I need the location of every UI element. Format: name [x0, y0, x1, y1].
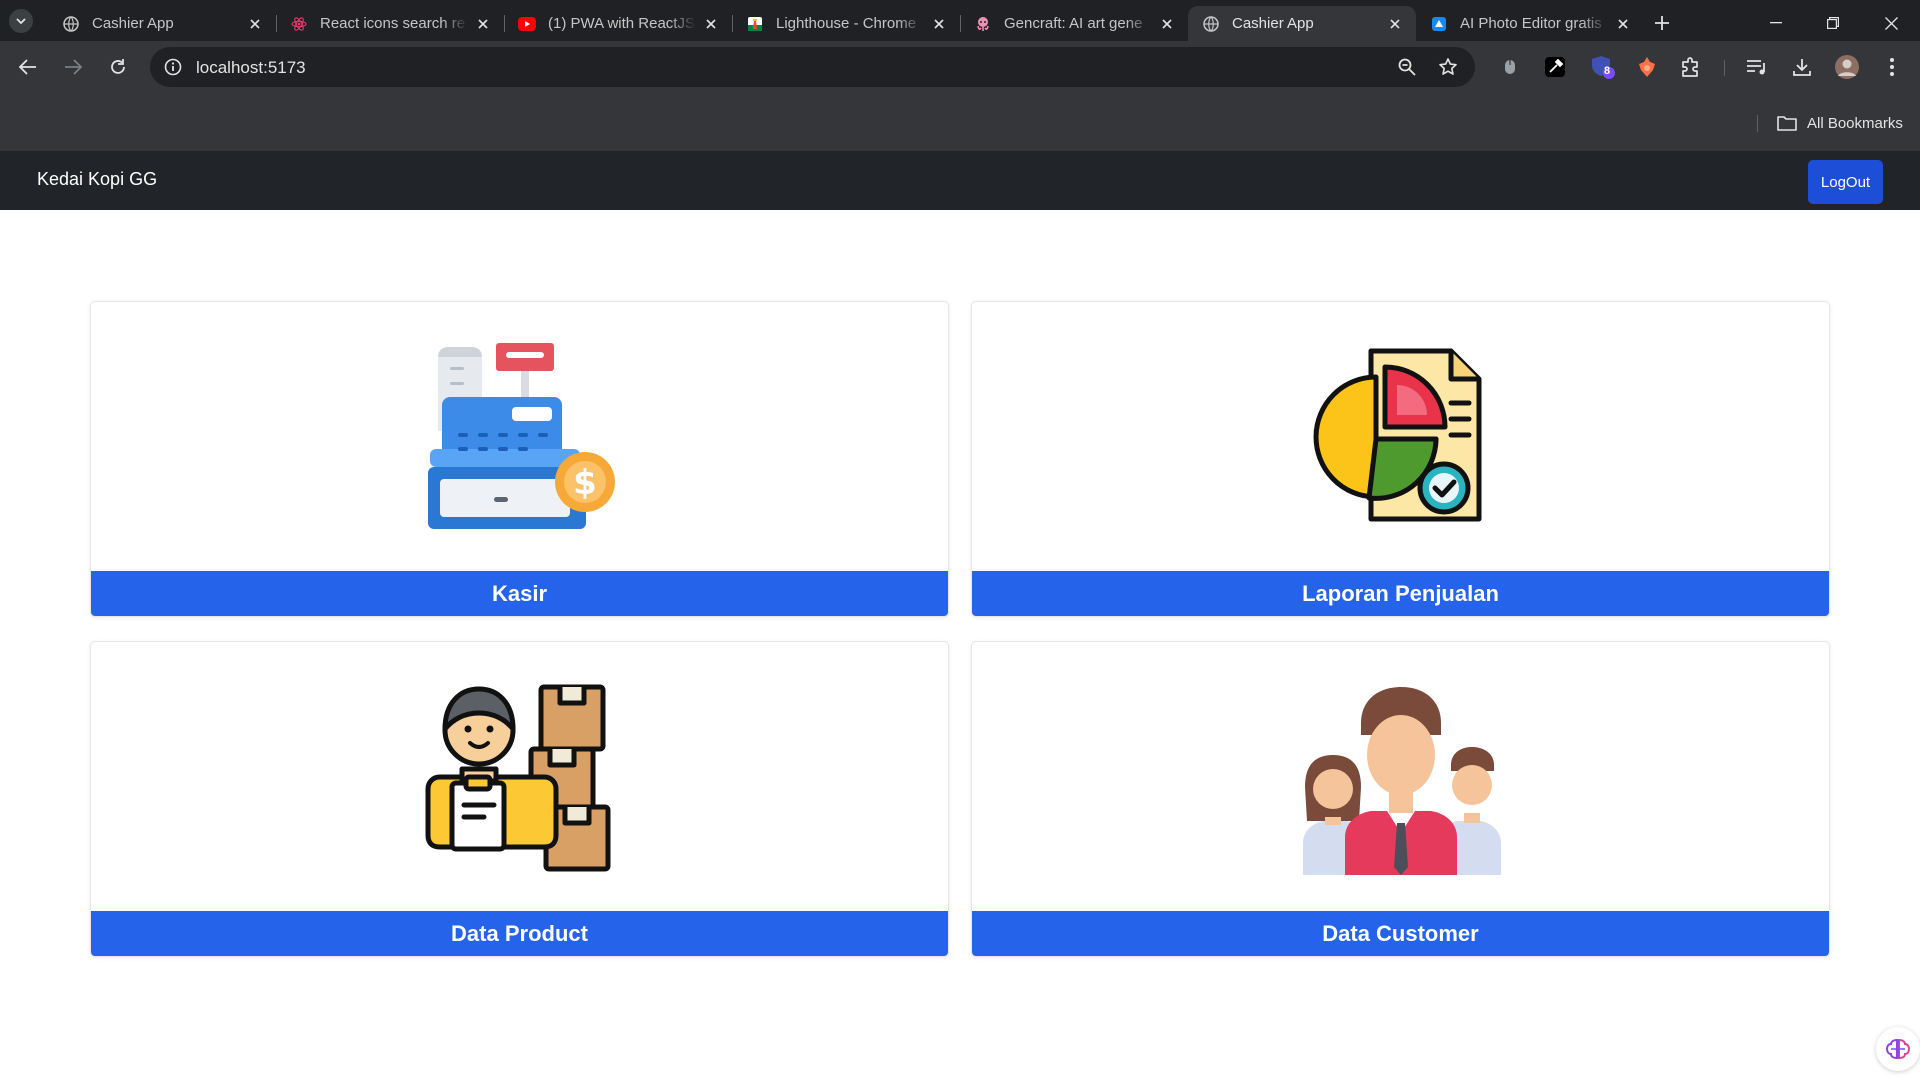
tab-title: React icons search re [320, 15, 466, 32]
reload-button[interactable] [104, 53, 132, 81]
tab-title: AI Photo Editor gratis [1460, 15, 1602, 32]
close-tab-icon[interactable] [930, 15, 948, 33]
extension-badge: 8 [1604, 65, 1611, 77]
cash-register-icon: $ [427, 343, 615, 529]
browser-toolbar: localhost:5173 8 All Bookmarks [0, 41, 1920, 158]
logout-button[interactable]: LogOut [1808, 160, 1883, 204]
globe-icon [62, 15, 80, 33]
tab-title: Cashier App [1232, 15, 1314, 32]
profile-avatar[interactable] [1833, 53, 1861, 81]
card-image [972, 302, 1829, 572]
extensions-puzzle-icon[interactable] [1677, 53, 1705, 81]
reload-icon [111, 59, 125, 74]
extension-fox-icon[interactable] [1633, 53, 1661, 81]
product-data-icon [425, 684, 610, 872]
card-label: Kasir [91, 571, 948, 616]
extension-picker-icon[interactable] [1541, 53, 1569, 81]
bookmark-star-icon[interactable] [1437, 56, 1459, 78]
lighthouse-icon [746, 15, 764, 33]
browser-tab[interactable]: Lighthouse - Chrome [732, 6, 960, 41]
card-label: Data Product [91, 911, 948, 956]
card-image: $ [91, 302, 948, 572]
back-button[interactable] [14, 53, 42, 81]
close-window-button[interactable] [1880, 12, 1902, 34]
browser-tab[interactable]: Cashier App [48, 6, 276, 41]
restore-button[interactable] [1822, 12, 1844, 34]
media-controls-icon[interactable] [1743, 53, 1771, 81]
arrow-right-icon [65, 59, 82, 75]
minimize-icon [1770, 22, 1782, 24]
tab-title: Cashier App [92, 15, 174, 32]
customer-data-icon [1302, 687, 1501, 875]
svg-text:$: $ [573, 463, 597, 503]
minimize-button[interactable] [1765, 12, 1787, 34]
close-tab-icon[interactable] [1614, 15, 1632, 33]
browser-tab-strip: Cashier App React icons search re (1) PW… [0, 0, 1920, 41]
menu-card-kasir[interactable]: $ Kasir [90, 301, 949, 617]
new-tab-button[interactable] [1651, 12, 1673, 34]
restore-icon [1827, 17, 1839, 29]
close-tab-icon[interactable] [246, 15, 264, 33]
chrome-menu-icon[interactable] [1878, 53, 1906, 81]
extension-mouse-icon[interactable] [1496, 53, 1524, 81]
sales-report-icon [1313, 348, 1481, 522]
address-bar[interactable]: localhost:5173 [150, 47, 1475, 87]
toolbar-divider [1724, 60, 1725, 76]
youtube-icon [518, 15, 536, 33]
download-icon[interactable] [1788, 53, 1816, 81]
chevron-down-icon [16, 18, 26, 25]
react-icon [290, 15, 308, 33]
browser-tab[interactable]: AI Photo Editor gratis [1416, 6, 1644, 41]
card-image [91, 642, 948, 912]
menu-card-data-customer[interactable]: Data Customer [971, 641, 1830, 957]
menu-card-laporan-penjualan[interactable]: Laporan Penjualan [971, 301, 1830, 617]
assistant-floating-button[interactable] [1876, 1027, 1920, 1071]
extension-shield-icon[interactable]: 8 [1588, 53, 1616, 81]
menu-card-data-product[interactable]: Data Product [90, 641, 949, 957]
tab-search-button[interactable] [9, 9, 33, 33]
zoom-icon[interactable] [1396, 56, 1418, 78]
bookmarks-divider [1757, 115, 1758, 132]
site-info-icon[interactable] [162, 56, 184, 78]
card-label: Laporan Penjualan [972, 571, 1829, 616]
browser-tab[interactable]: React icons search re [276, 6, 504, 41]
browser-tab-active[interactable]: Cashier App [1188, 6, 1416, 41]
arrow-left-icon [19, 59, 36, 75]
folder-icon [1777, 114, 1797, 132]
close-tab-icon[interactable] [1386, 15, 1404, 33]
url-text: localhost:5173 [196, 58, 306, 77]
gencraft-icon [974, 15, 992, 33]
card-image [972, 642, 1829, 912]
brain-icon [1886, 1038, 1910, 1060]
tab-title: (1) PWA with ReactJS [548, 15, 695, 32]
plus-icon [1655, 16, 1669, 30]
close-tab-icon[interactable] [474, 15, 492, 33]
tab-title: Gencraft: AI art gene [1004, 15, 1143, 32]
app-navbar: Kedai Kopi GG LogOut [0, 151, 1920, 210]
brand-name[interactable]: Kedai Kopi GG [37, 169, 157, 190]
browser-tab[interactable]: Gencraft: AI art gene [960, 6, 1188, 41]
forward-button[interactable] [59, 53, 87, 81]
browser-tab[interactable]: (1) PWA with ReactJS [504, 6, 732, 41]
tab-title: Lighthouse - Chrome [776, 15, 917, 32]
close-icon [1884, 16, 1898, 30]
all-bookmarks-label: All Bookmarks [1807, 114, 1903, 132]
photo-editor-icon [1430, 15, 1448, 33]
close-tab-icon[interactable] [702, 15, 720, 33]
card-label: Data Customer [972, 911, 1829, 956]
close-tab-icon[interactable] [1158, 15, 1176, 33]
globe-icon [1202, 15, 1220, 33]
all-bookmarks-button[interactable]: All Bookmarks [1777, 114, 1903, 132]
